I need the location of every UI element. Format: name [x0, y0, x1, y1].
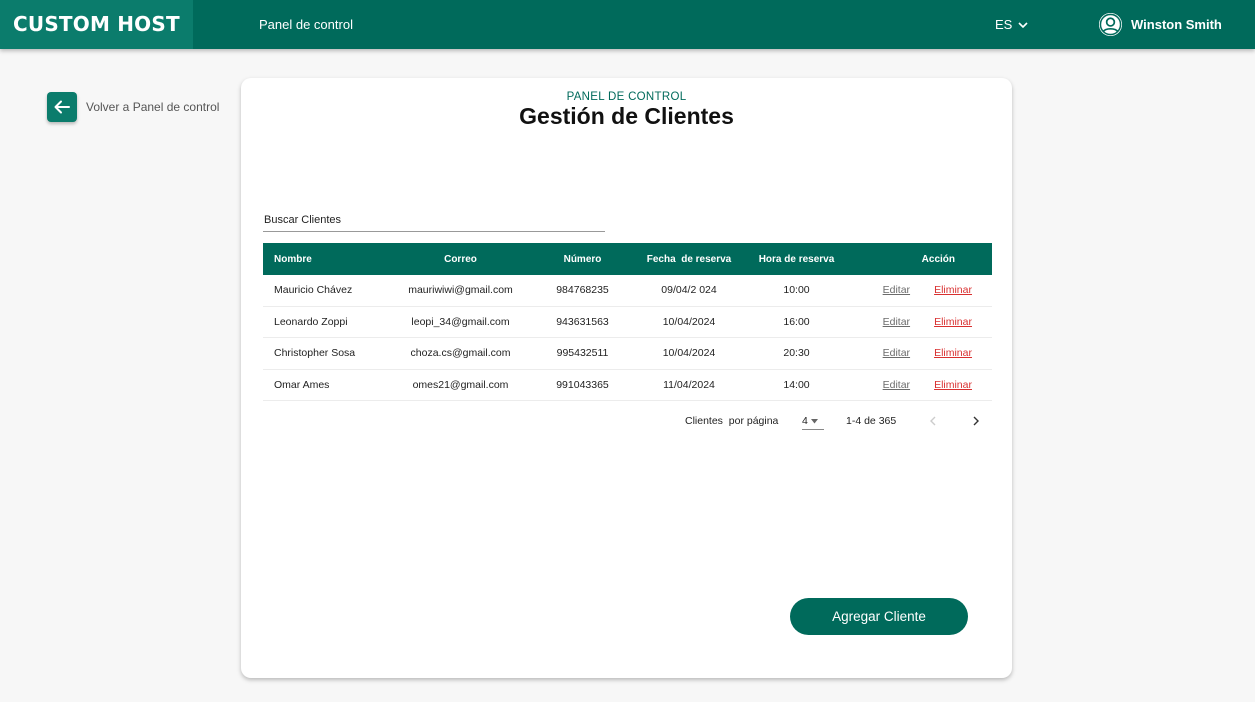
header-action-label: Acción [921, 253, 955, 265]
nav-link-dashboard[interactable]: Panel de control [259, 0, 353, 49]
search-input[interactable] [263, 208, 605, 232]
cell-name: Leonardo Zoppi [274, 315, 348, 328]
delete-link[interactable]: Eliminar [934, 347, 972, 359]
delete-link[interactable]: Eliminar [934, 379, 972, 391]
page-range: 1-4 de 365 [846, 415, 897, 427]
chevron-right-icon [973, 416, 979, 426]
clients-card: PANEL DE CONTROL Gestión de Clientes Nom… [241, 78, 1012, 678]
header-email: Correo [444, 253, 477, 265]
cell-name: Christopher Sosa [274, 347, 356, 360]
edit-link[interactable]: Editar [883, 379, 910, 391]
per-page-select[interactable]: 4 [802, 413, 824, 430]
header-number: Número [563, 253, 602, 265]
chevron-down-icon [1018, 21, 1028, 28]
cell-email: leopi_34@gmail.com [411, 315, 510, 328]
next-page-button[interactable] [970, 414, 982, 428]
cell-actions: Editar Eliminar [838, 316, 992, 328]
header-action: Acción [838, 254, 992, 265]
table-row: Omar Ames omes21@gmail.com 991043365 11/… [263, 370, 992, 401]
edit-link[interactable]: Editar [883, 284, 910, 296]
edit-link[interactable]: Editar [883, 347, 910, 359]
pagination: Clientes por página 4 1-4 de 365 [241, 412, 1012, 432]
cell-time: 14:00 [783, 378, 810, 391]
section-eyebrow: PANEL DE CONTROL [566, 91, 687, 103]
arrow-left-icon [54, 100, 70, 114]
cell-date: 10/04/2024 [662, 315, 716, 328]
cell-time: 10:00 [783, 284, 810, 297]
cell-email: omes21@gmail.com [412, 378, 509, 391]
brand-logo[interactable]: CUSTOM HOST [0, 0, 193, 49]
clients-table: Nombre Correo Número Fecha de reserva Ho… [263, 243, 992, 401]
per-page-value: 4 [802, 415, 808, 427]
chevron-left-icon [930, 416, 936, 426]
cell-time: 20:30 [783, 347, 810, 360]
cell-actions: Editar Eliminar [838, 284, 992, 296]
table-row: Christopher Sosa choza.cs@gmail.com 9954… [263, 338, 992, 370]
language-selector[interactable]: ES [995, 0, 1029, 49]
back-button[interactable] [47, 92, 77, 122]
delete-link[interactable]: Eliminar [934, 284, 972, 296]
cell-number: 991043365 [556, 378, 609, 391]
cell-actions: Editar Eliminar [838, 347, 992, 359]
cell-time: 16:00 [783, 315, 810, 328]
cell-number: 943631563 [556, 315, 609, 328]
header-name: Nombre [274, 253, 312, 265]
back-label[interactable]: Volver a Panel de control [86, 100, 219, 114]
user-avatar-icon [1099, 13, 1122, 36]
delete-link[interactable]: Eliminar [934, 316, 972, 328]
cell-email: mauriwiwi@gmail.com [408, 284, 513, 297]
per-page-label: Clientes por página [685, 415, 779, 427]
cell-name: Omar Ames [274, 378, 330, 391]
cell-number: 984768235 [556, 284, 609, 297]
cell-name: Mauricio Chávez [274, 284, 353, 297]
cell-actions: Editar Eliminar [838, 379, 992, 391]
cell-number: 995432511 [556, 347, 609, 360]
header-date: Fecha de reserva [646, 253, 732, 265]
previous-page-button[interactable] [927, 414, 939, 428]
caret-down-icon [810, 418, 818, 423]
user-menu[interactable]: Winston Smith [1099, 0, 1222, 49]
table-header: Nombre Correo Número Fecha de reserva Ho… [263, 243, 992, 275]
page-title: Gestión de Clientes [519, 103, 734, 129]
language-label: ES [995, 17, 1013, 32]
cell-date: 09/04/2 024 [661, 284, 717, 297]
header-time: Hora de reserva [758, 253, 835, 265]
user-name: Winston Smith [1131, 17, 1222, 32]
cell-date: 11/04/2024 [663, 378, 715, 391]
add-client-button[interactable]: Agregar Cliente [790, 598, 968, 635]
top-bar: CUSTOM HOST Panel de control ES Winston … [0, 0, 1255, 49]
table-row: Mauricio Chávez mauriwiwi@gmail.com 9847… [263, 275, 992, 307]
back-to-dashboard-link[interactable]: Volver a Panel de control [47, 92, 219, 122]
cell-email: choza.cs@gmail.com [410, 347, 511, 360]
edit-link[interactable]: Editar [883, 316, 910, 328]
table-row: Leonardo Zoppi leopi_34@gmail.com 943631… [263, 307, 992, 338]
cell-date: 10/04/2024 [662, 347, 716, 360]
